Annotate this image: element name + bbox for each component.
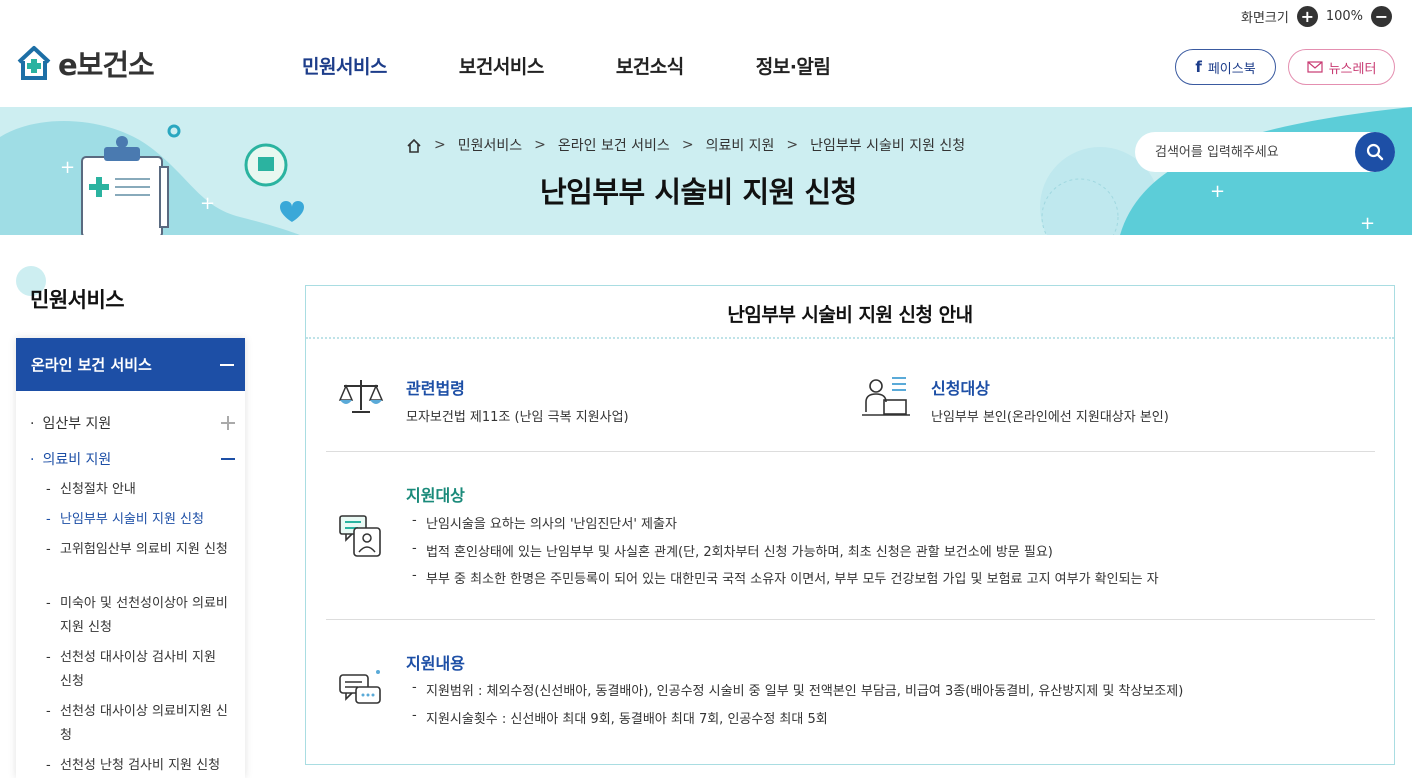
person-desk-icon xyxy=(862,377,910,416)
facebook-button[interactable]: f 페이스북 xyxy=(1175,49,1276,85)
search-icon xyxy=(1366,143,1384,161)
nav-info-notice[interactable]: 정보·알림 xyxy=(756,52,831,79)
target-item: 법적 혼인상태에 있는 난임부부 및 사실혼 관계(단, 2회차부터 신청 가능… xyxy=(412,541,1053,560)
section-divider xyxy=(326,451,1375,452)
content-heading: 지원내용 xyxy=(406,654,465,673)
zoom-in-button[interactable]: + xyxy=(1296,6,1318,27)
zoom-value: 100% xyxy=(1325,9,1363,24)
page-title: 난임부부 시술비 지원 신청 xyxy=(540,175,857,209)
nav-civil-service[interactable]: 민원서비스 xyxy=(302,52,387,79)
applicant-heading: 신청대상 xyxy=(931,379,990,398)
sidebar-subitem-active[interactable]: 난임부부 시술비 지원 신청 xyxy=(46,508,231,532)
svg-text:+: + xyxy=(200,193,215,214)
speech-bubbles-icon xyxy=(339,670,381,704)
search-input[interactable] xyxy=(1135,132,1355,172)
sidebar-subitem[interactable]: 고위험임산부 의료비 지원 신청 xyxy=(46,538,231,562)
banner-illustration: + + xyxy=(0,120,304,235)
sidebar-subitem[interactable]: 신청절차 안내 xyxy=(46,478,231,502)
sidebar-subitem[interactable]: 선천성 난청 검사비 지원 신청 xyxy=(46,754,231,778)
breadcrumb-separator: > xyxy=(681,137,694,153)
nav-health-news[interactable]: 보건소식 xyxy=(616,52,684,79)
breadcrumb-item-current[interactable]: 난임부부 시술비 지원 신청 xyxy=(810,135,965,155)
target-heading: 지원대상 xyxy=(406,486,465,505)
expand-icon[interactable] xyxy=(221,416,235,430)
svg-text:+: + xyxy=(60,157,75,178)
breadcrumb-item[interactable]: 민원서비스 xyxy=(458,135,522,155)
facebook-label: 페이스북 xyxy=(1207,61,1256,77)
svg-text:+: + xyxy=(1360,213,1375,234)
target-item: 난임시술을 요하는 의사의 '난임진단서' 제출자 xyxy=(412,513,677,532)
sidebar-subitem[interactable]: 선천성 대사이상 검사비 지원 신청 xyxy=(46,646,231,694)
sidebar-title: 민원서비스 xyxy=(30,288,125,312)
zoom-out-button[interactable]: − xyxy=(1371,6,1392,27)
target-item: 부부 중 최소한 한명은 주민등록이 되어 있는 대한민국 국적 소유자 이면서… xyxy=(412,568,1159,587)
home-icon[interactable] xyxy=(406,138,422,153)
svg-text:+: + xyxy=(1210,181,1225,202)
sidebar-group-online-service[interactable]: 온라인 보건 서비스 xyxy=(16,338,245,391)
nav-health-service[interactable]: 보건서비스 xyxy=(459,52,544,79)
section-divider xyxy=(326,619,1375,620)
sidebar-item-medical-support[interactable]: 의료비 지원 xyxy=(30,449,235,469)
main-nav: 민원서비스 보건서비스 보건소식 정보·알림 xyxy=(302,52,902,79)
applicant-text: 난임부부 본인(온라인에선 지원대상자 본인) xyxy=(931,410,1169,425)
zoom-label: 화면크기 xyxy=(1240,11,1289,26)
newsletter-label: 뉴스레터 xyxy=(1328,61,1377,77)
page-banner: + + + + > 민원서비스 > 온라인 보건 서비스 > 의료비 지원 > … xyxy=(0,107,1412,235)
breadcrumb-item[interactable]: 의료비 지원 xyxy=(706,135,775,155)
sidebar-subitem[interactable]: 미숙아 및 선천성이상아 의료비 지원 신청 xyxy=(46,592,231,640)
sidebar-menu: 온라인 보건 서비스 임산부 지원 의료비 지원 신청절차 안내 난임부부 시술… xyxy=(16,338,245,778)
collapse-icon[interactable] xyxy=(221,458,235,460)
law-heading: 관련법령 xyxy=(406,379,465,398)
sidebar-item-label: 의료비 지원 xyxy=(30,449,111,469)
panel-divider xyxy=(306,337,1394,339)
site-logo[interactable]: e보건소 xyxy=(16,42,155,84)
sidebar-group-label: 온라인 보건 서비스 xyxy=(31,356,152,374)
scales-icon xyxy=(338,380,384,413)
law-text: 모자보건법 제11조 (난임 극복 지원사업) xyxy=(406,410,629,425)
panel-title: 난임부부 시술비 지원 신청 안내 xyxy=(727,304,973,326)
content-item: 지원시술횟수 : 신선배아 최대 9회, 동결배아 최대 7회, 인공수정 최대… xyxy=(412,708,828,727)
newsletter-icon xyxy=(1306,61,1323,73)
chat-person-icon xyxy=(339,515,381,557)
content-item: 지원범위 : 체외수정(신선배아, 동결배아), 인공수정 시술비 중 일부 및… xyxy=(412,680,1183,699)
breadcrumb-item[interactable]: 온라인 보건 서비스 xyxy=(558,135,670,155)
guide-panel: 난임부부 시술비 지원 신청 안내 관련법령 모자보건법 제11조 (난임 극복… xyxy=(305,285,1395,765)
search-button[interactable] xyxy=(1355,132,1395,172)
newsletter-button[interactable]: 뉴스레터 xyxy=(1288,49,1395,85)
breadcrumb-separator: > xyxy=(786,137,799,153)
zoom-control: 화면크기 + 100% − xyxy=(1241,6,1392,27)
breadcrumb: > 민원서비스 > 온라인 보건 서비스 > 의료비 지원 > 난임부부 시술비… xyxy=(406,135,965,155)
sidebar-item-label: 임산부 지원 xyxy=(30,413,111,433)
search-box xyxy=(1135,132,1395,172)
house-cross-icon xyxy=(17,46,51,80)
breadcrumb-separator: > xyxy=(534,137,546,153)
sidebar-subitem[interactable]: 선천성 대사이상 의료비지원 신청 xyxy=(46,700,231,748)
breadcrumb-separator: > xyxy=(434,137,446,153)
logo-text: e보건소 xyxy=(58,48,155,82)
facebook-icon: f xyxy=(1195,58,1202,76)
sidebar-item-pregnant-support[interactable]: 임산부 지원 xyxy=(30,413,235,433)
collapse-icon[interactable] xyxy=(220,363,234,366)
